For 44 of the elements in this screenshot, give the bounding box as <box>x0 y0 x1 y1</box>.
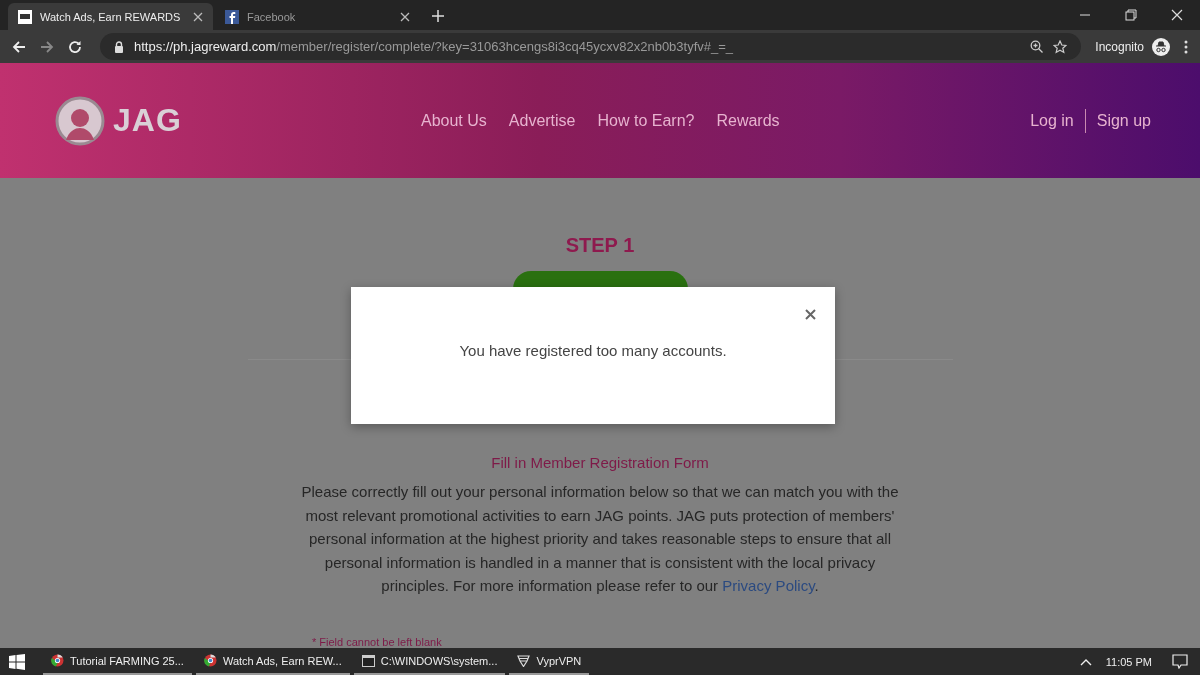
browser-tab[interactable]: Facebook <box>215 3 420 30</box>
profile-label[interactable]: Incognito <box>1095 39 1144 54</box>
zoom-icon[interactable] <box>1030 40 1044 53</box>
close-icon[interactable] <box>193 11 203 22</box>
taskbar-app[interactable]: VyprVPN <box>509 648 590 675</box>
restore-icon[interactable] <box>1125 9 1137 21</box>
taskbar-app[interactable]: C:\WINDOWS\system... <box>353 648 506 675</box>
intro-paragraph: Please correctly fill out your personal information below so that we can match you with the most relevant promotional activities to earn JAG points. JAG puts protection of members' personal information at the highest priority and takes reasonable steps to ensure that all personal information is handled in a manner that is consistent with the local privacy principles. For more information please refer to our Privacy Policy. <box>300 482 900 596</box>
browser-tab[interactable]: Watch Ads, Earn REWARDS <box>8 3 213 30</box>
required-note: * Field cannot be left blank <box>312 635 442 648</box>
facebook-favicon-icon <box>225 9 239 24</box>
windows-start-icon[interactable] <box>9 653 25 670</box>
browser-icon <box>203 654 217 667</box>
taskbar-app[interactable]: Tutorial FARMING 25... <box>43 648 192 675</box>
star-icon[interactable] <box>1053 39 1068 54</box>
avatar-icon <box>55 95 105 146</box>
close-icon[interactable] <box>400 11 410 22</box>
close-icon[interactable] <box>805 309 816 320</box>
taskbar-app[interactable]: Watch Ads, Earn REW... <box>195 648 350 675</box>
address-bar[interactable]: https://ph.jagreward.com/member/register/complete/?key=31063hcengs8i3cq45ycxv82x2nb0b3tyfv#_=_ <box>100 33 1082 60</box>
auth-link[interactable]: Sign up <box>1096 111 1151 130</box>
clock[interactable]: 11:05 PM <box>1105 655 1152 668</box>
browser-icon <box>51 654 64 667</box>
nav-link[interactable]: Rewards <box>716 111 780 130</box>
nav-link[interactable]: About Us <box>421 111 487 130</box>
forward-icon[interactable] <box>40 39 54 54</box>
incognito-icon[interactable] <box>1152 37 1170 56</box>
console-icon <box>361 654 375 667</box>
reload-icon[interactable] <box>68 39 82 54</box>
dialog-message: You have registered too many accounts. <box>459 342 727 359</box>
lock-icon <box>114 40 124 53</box>
vpn-icon <box>517 654 531 667</box>
chevron-up-icon[interactable] <box>1079 657 1092 666</box>
step-heading: STEP 1 <box>565 234 635 257</box>
nav-link[interactable]: Advertise <box>508 111 576 130</box>
menu-icon[interactable] <box>1184 39 1188 54</box>
nav-link[interactable]: How to Earn? <box>597 111 695 130</box>
auth-link[interactable]: Log in <box>1030 111 1074 130</box>
logo-text[interactable]: JAG <box>113 102 182 139</box>
notification-icon[interactable] <box>1172 654 1188 669</box>
back-icon[interactable] <box>12 39 26 54</box>
site-favicon-icon <box>18 9 32 24</box>
new-tab-icon[interactable] <box>432 10 444 22</box>
form-title: Fill in Member Registration Form <box>491 454 709 471</box>
